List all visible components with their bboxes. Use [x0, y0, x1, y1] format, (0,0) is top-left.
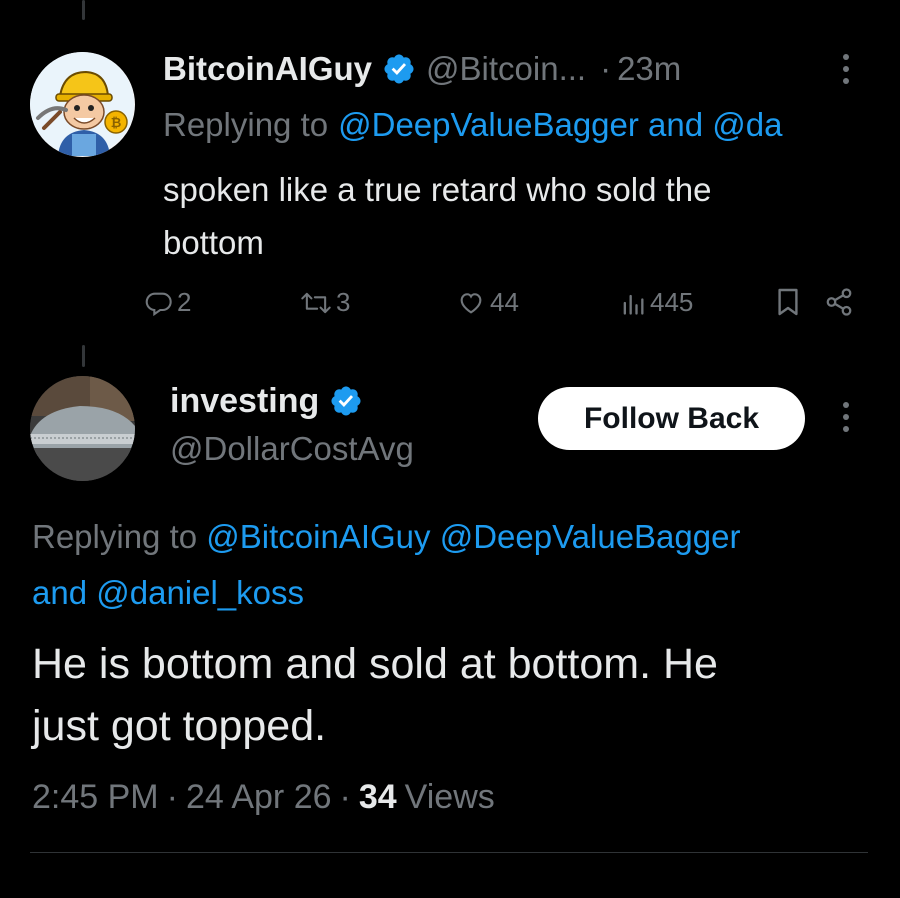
views-icon — [623, 294, 644, 315]
reply-header: BitcoinAIGuy @Bitcoin... · 23m — [163, 48, 681, 90]
reply-button[interactable]: 2 — [145, 287, 191, 318]
replying-to: Replying to @BitcoinAIGuy @DeepValueBagg… — [32, 509, 740, 621]
mention-bitcoinaiguy[interactable]: @BitcoinAIGuy — [206, 518, 430, 555]
views-count: 34 — [358, 777, 397, 816]
reply-icon — [145, 292, 172, 316]
reply-text: spoken like a true retard who sold the b… — [163, 163, 711, 269]
views-label: Views — [404, 777, 495, 816]
like-count: 44 — [490, 287, 519, 317]
more-icon[interactable] — [836, 52, 856, 86]
reply-text-line1: spoken like a true retard who sold the — [163, 171, 712, 208]
share-button[interactable] — [824, 287, 858, 317]
bookmark-button[interactable] — [776, 287, 804, 317]
repost-icon — [301, 292, 331, 313]
repost-count: 3 — [336, 287, 351, 317]
timestamp[interactable]: 23m — [617, 50, 681, 88]
tweet-text-line2: just got topped. — [32, 702, 327, 750]
replying-prefix: Replying to — [32, 518, 198, 555]
display-name[interactable]: investing — [170, 382, 319, 421]
tweet-meta: 2:45 PM · 24 Apr 26 · 34 Views — [32, 774, 495, 820]
tweet-text-line1: He is bottom and sold at bottom. He — [32, 640, 718, 688]
mention-daniel-koss[interactable]: @daniel_koss — [96, 574, 304, 611]
avatar-bitcoinaiguy[interactable]: ₿ — [30, 52, 135, 157]
meta-separator: · — [339, 777, 351, 816]
separator: · — [600, 50, 612, 87]
replying-and[interactable]: and — [32, 574, 87, 611]
verified-badge-icon — [329, 384, 363, 418]
main-handle-row: @DollarCostAvg — [170, 428, 414, 470]
bookmark-icon — [778, 288, 798, 316]
replying-mentions[interactable]: @DeepValueBagger and @da — [338, 106, 782, 144]
share-icon — [826, 288, 852, 316]
views-count: 445 — [650, 287, 694, 317]
replying-to: Replying to @DeepValueBagger and @da — [163, 104, 782, 146]
replying-prefix: Replying to — [163, 106, 329, 143]
verified-badge-icon — [382, 52, 416, 86]
svg-text:₿: ₿ — [111, 116, 122, 131]
tweet-text: He is bottom and sold at bottom. He just… — [32, 633, 718, 757]
reply-text-line2: bottom — [163, 224, 264, 261]
avatar-investing[interactable] — [30, 376, 135, 481]
reply-count: 2 — [177, 287, 192, 317]
repost-button[interactable]: 3 — [300, 287, 350, 318]
divider — [30, 852, 868, 853]
main-name-row: investing — [170, 380, 363, 422]
handle[interactable]: @Bitcoin... — [426, 50, 586, 88]
thread-line-top — [82, 0, 85, 20]
thread-line-middle — [82, 345, 85, 367]
views-button[interactable]: 445 — [620, 287, 693, 318]
like-icon — [460, 292, 482, 314]
meta-separator: · — [166, 777, 178, 816]
more-icon[interactable] — [836, 400, 856, 434]
mention-deepvaluebagger[interactable]: @DeepValueBagger — [440, 518, 741, 555]
follow-back-button[interactable]: Follow Back — [538, 387, 805, 450]
handle[interactable]: @DollarCostAvg — [170, 430, 414, 468]
tweet-time[interactable]: 2:45 PM — [32, 778, 159, 817]
tweet-date[interactable]: 24 Apr 26 — [186, 778, 332, 817]
like-button[interactable]: 44 — [456, 287, 519, 318]
display-name[interactable]: BitcoinAIGuy — [163, 50, 372, 88]
